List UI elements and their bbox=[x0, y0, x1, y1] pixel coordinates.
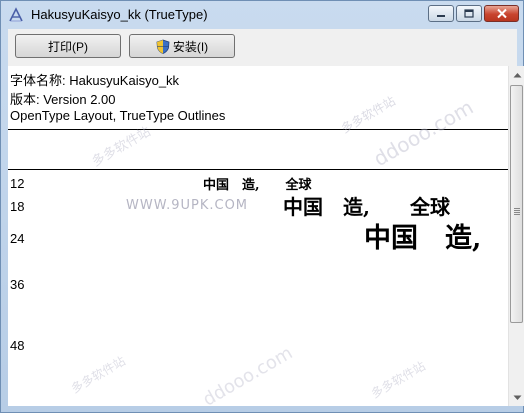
window-title: HakusyuKaisyo_kk (TrueType) bbox=[31, 7, 208, 22]
font-file-icon bbox=[8, 7, 24, 23]
close-icon bbox=[496, 8, 507, 19]
uac-shield-icon bbox=[156, 39, 170, 54]
arrow-up-icon bbox=[513, 72, 521, 77]
font-type-line: OpenType Layout, TrueType Outlines bbox=[10, 108, 226, 123]
font-version-line: 版本: Version 2.00 bbox=[10, 92, 116, 107]
watermark-domain-2: ddooo.com bbox=[199, 342, 297, 406]
scroll-up-button[interactable] bbox=[509, 66, 524, 83]
size-label-48: 48 bbox=[10, 338, 25, 353]
title-bar[interactable]: HakusyuKaisyo_kk (TrueType) bbox=[1, 1, 523, 29]
toolbar: 打印(P) 安装(I) bbox=[8, 29, 517, 66]
scrollbar-grip-icon bbox=[514, 208, 520, 216]
font-name-line: 字体名称: HakusyuKaisyo_kk bbox=[10, 73, 180, 88]
size-label-12: 12 bbox=[10, 176, 25, 191]
maximize-icon bbox=[464, 9, 474, 18]
close-button[interactable] bbox=[484, 5, 519, 22]
minimize-button[interactable] bbox=[428, 5, 454, 22]
scrollbar-thumb[interactable] bbox=[510, 85, 523, 323]
size-label-36: 36 bbox=[10, 277, 25, 292]
watermark-url: WWW.9UPK.COM bbox=[126, 198, 249, 213]
watermark-site-text-3: 多多软件站 bbox=[68, 353, 128, 396]
vertical-scrollbar[interactable] bbox=[508, 66, 524, 406]
minimize-icon bbox=[437, 14, 445, 17]
font-viewer-window: HakusyuKaisyo_kk (TrueType) 打印(P) 安装(I) … bbox=[0, 0, 524, 413]
divider-bottom bbox=[8, 169, 508, 170]
scroll-down-button[interactable] bbox=[509, 389, 524, 406]
maximize-button[interactable] bbox=[456, 5, 482, 22]
install-button[interactable]: 安装(I) bbox=[129, 34, 235, 58]
size-label-24: 24 bbox=[10, 231, 25, 246]
print-button[interactable]: 打印(P) bbox=[15, 34, 121, 58]
print-button-label: 打印(P) bbox=[48, 39, 88, 54]
watermark-site-text: 多多软件站 bbox=[338, 93, 398, 136]
arrow-down-icon bbox=[513, 395, 521, 400]
sample-row-24: 中国 造, bbox=[364, 223, 482, 254]
font-preview-area: 字体名称: HakusyuKaisyo_kk 版本: Version 2.00 … bbox=[8, 66, 508, 406]
watermark-site-text-4: 多多软件站 bbox=[368, 358, 428, 401]
size-label-18: 18 bbox=[10, 199, 25, 214]
install-button-label: 安装(I) bbox=[172, 39, 209, 54]
